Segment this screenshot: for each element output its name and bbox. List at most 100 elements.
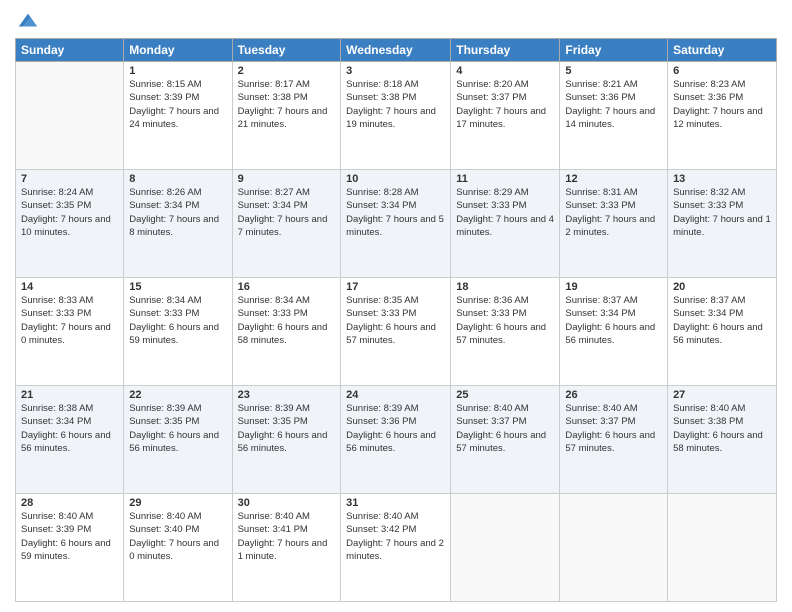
calendar-cell: 9Sunrise: 8:27 AMSunset: 3:34 PMDaylight… [232, 170, 341, 278]
calendar-cell: 1Sunrise: 8:15 AMSunset: 3:39 PMDaylight… [124, 62, 232, 170]
logo-icon [17, 10, 39, 32]
day-detail: Sunrise: 8:32 AMSunset: 3:33 PMDaylight:… [673, 186, 771, 239]
day-number: 24 [346, 389, 445, 401]
day-number: 22 [129, 389, 226, 401]
calendar-table: SundayMondayTuesdayWednesdayThursdayFrid… [15, 38, 777, 602]
calendar-cell [668, 494, 777, 602]
day-number: 29 [129, 497, 226, 509]
day-number: 19 [565, 281, 662, 293]
calendar-cell: 28Sunrise: 8:40 AMSunset: 3:39 PMDayligh… [16, 494, 124, 602]
calendar-cell: 30Sunrise: 8:40 AMSunset: 3:41 PMDayligh… [232, 494, 341, 602]
calendar-cell [560, 494, 668, 602]
calendar-cell: 19Sunrise: 8:37 AMSunset: 3:34 PMDayligh… [560, 278, 668, 386]
day-detail: Sunrise: 8:15 AMSunset: 3:39 PMDaylight:… [129, 78, 226, 131]
day-detail: Sunrise: 8:37 AMSunset: 3:34 PMDaylight:… [565, 294, 662, 347]
weekday-header-saturday: Saturday [668, 39, 777, 62]
calendar-cell: 15Sunrise: 8:34 AMSunset: 3:33 PMDayligh… [124, 278, 232, 386]
day-number: 20 [673, 281, 771, 293]
calendar-week-row: 1Sunrise: 8:15 AMSunset: 3:39 PMDaylight… [16, 62, 777, 170]
day-detail: Sunrise: 8:26 AMSunset: 3:34 PMDaylight:… [129, 186, 226, 239]
day-number: 15 [129, 281, 226, 293]
day-detail: Sunrise: 8:40 AMSunset: 3:37 PMDaylight:… [565, 402, 662, 455]
day-detail: Sunrise: 8:20 AMSunset: 3:37 PMDaylight:… [456, 78, 554, 131]
day-detail: Sunrise: 8:33 AMSunset: 3:33 PMDaylight:… [21, 294, 118, 347]
calendar-cell: 2Sunrise: 8:17 AMSunset: 3:38 PMDaylight… [232, 62, 341, 170]
calendar-cell: 26Sunrise: 8:40 AMSunset: 3:37 PMDayligh… [560, 386, 668, 494]
calendar-cell: 18Sunrise: 8:36 AMSunset: 3:33 PMDayligh… [451, 278, 560, 386]
day-number: 3 [346, 65, 445, 77]
calendar-cell: 24Sunrise: 8:39 AMSunset: 3:36 PMDayligh… [341, 386, 451, 494]
day-number: 4 [456, 65, 554, 77]
day-number: 5 [565, 65, 662, 77]
day-detail: Sunrise: 8:39 AMSunset: 3:35 PMDaylight:… [129, 402, 226, 455]
weekday-header-thursday: Thursday [451, 39, 560, 62]
day-number: 27 [673, 389, 771, 401]
day-detail: Sunrise: 8:29 AMSunset: 3:33 PMDaylight:… [456, 186, 554, 239]
day-detail: Sunrise: 8:40 AMSunset: 3:37 PMDaylight:… [456, 402, 554, 455]
day-number: 26 [565, 389, 662, 401]
weekday-header-sunday: Sunday [16, 39, 124, 62]
day-detail: Sunrise: 8:31 AMSunset: 3:33 PMDaylight:… [565, 186, 662, 239]
calendar-cell: 8Sunrise: 8:26 AMSunset: 3:34 PMDaylight… [124, 170, 232, 278]
calendar-cell: 12Sunrise: 8:31 AMSunset: 3:33 PMDayligh… [560, 170, 668, 278]
calendar-cell: 27Sunrise: 8:40 AMSunset: 3:38 PMDayligh… [668, 386, 777, 494]
header [15, 10, 777, 32]
day-number: 9 [238, 173, 336, 185]
day-detail: Sunrise: 8:34 AMSunset: 3:33 PMDaylight:… [129, 294, 226, 347]
calendar-cell: 22Sunrise: 8:39 AMSunset: 3:35 PMDayligh… [124, 386, 232, 494]
day-number: 17 [346, 281, 445, 293]
calendar-cell: 13Sunrise: 8:32 AMSunset: 3:33 PMDayligh… [668, 170, 777, 278]
day-number: 30 [238, 497, 336, 509]
calendar-week-row: 7Sunrise: 8:24 AMSunset: 3:35 PMDaylight… [16, 170, 777, 278]
calendar-cell [16, 62, 124, 170]
day-detail: Sunrise: 8:36 AMSunset: 3:33 PMDaylight:… [456, 294, 554, 347]
day-number: 16 [238, 281, 336, 293]
day-detail: Sunrise: 8:17 AMSunset: 3:38 PMDaylight:… [238, 78, 336, 131]
day-detail: Sunrise: 8:40 AMSunset: 3:38 PMDaylight:… [673, 402, 771, 455]
calendar-cell: 29Sunrise: 8:40 AMSunset: 3:40 PMDayligh… [124, 494, 232, 602]
day-detail: Sunrise: 8:40 AMSunset: 3:40 PMDaylight:… [129, 510, 226, 563]
day-detail: Sunrise: 8:27 AMSunset: 3:34 PMDaylight:… [238, 186, 336, 239]
day-number: 13 [673, 173, 771, 185]
day-number: 1 [129, 65, 226, 77]
calendar-cell: 20Sunrise: 8:37 AMSunset: 3:34 PMDayligh… [668, 278, 777, 386]
day-number: 14 [21, 281, 118, 293]
logo [15, 14, 39, 32]
day-number: 2 [238, 65, 336, 77]
weekday-header-wednesday: Wednesday [341, 39, 451, 62]
day-number: 21 [21, 389, 118, 401]
page: SundayMondayTuesdayWednesdayThursdayFrid… [0, 0, 792, 612]
day-detail: Sunrise: 8:40 AMSunset: 3:42 PMDaylight:… [346, 510, 445, 563]
calendar-cell: 17Sunrise: 8:35 AMSunset: 3:33 PMDayligh… [341, 278, 451, 386]
day-number: 6 [673, 65, 771, 77]
calendar-cell: 6Sunrise: 8:23 AMSunset: 3:36 PMDaylight… [668, 62, 777, 170]
day-number: 23 [238, 389, 336, 401]
day-detail: Sunrise: 8:34 AMSunset: 3:33 PMDaylight:… [238, 294, 336, 347]
calendar-cell: 10Sunrise: 8:28 AMSunset: 3:34 PMDayligh… [341, 170, 451, 278]
weekday-header-monday: Monday [124, 39, 232, 62]
calendar-cell: 25Sunrise: 8:40 AMSunset: 3:37 PMDayligh… [451, 386, 560, 494]
calendar-cell: 21Sunrise: 8:38 AMSunset: 3:34 PMDayligh… [16, 386, 124, 494]
calendar-cell: 31Sunrise: 8:40 AMSunset: 3:42 PMDayligh… [341, 494, 451, 602]
day-detail: Sunrise: 8:28 AMSunset: 3:34 PMDaylight:… [346, 186, 445, 239]
calendar-cell: 14Sunrise: 8:33 AMSunset: 3:33 PMDayligh… [16, 278, 124, 386]
calendar-cell: 11Sunrise: 8:29 AMSunset: 3:33 PMDayligh… [451, 170, 560, 278]
calendar-cell: 3Sunrise: 8:18 AMSunset: 3:38 PMDaylight… [341, 62, 451, 170]
day-number: 18 [456, 281, 554, 293]
day-detail: Sunrise: 8:40 AMSunset: 3:39 PMDaylight:… [21, 510, 118, 563]
calendar-week-row: 14Sunrise: 8:33 AMSunset: 3:33 PMDayligh… [16, 278, 777, 386]
weekday-header-friday: Friday [560, 39, 668, 62]
day-detail: Sunrise: 8:24 AMSunset: 3:35 PMDaylight:… [21, 186, 118, 239]
calendar-header-row: SundayMondayTuesdayWednesdayThursdayFrid… [16, 39, 777, 62]
calendar-cell: 4Sunrise: 8:20 AMSunset: 3:37 PMDaylight… [451, 62, 560, 170]
day-number: 31 [346, 497, 445, 509]
day-detail: Sunrise: 8:21 AMSunset: 3:36 PMDaylight:… [565, 78, 662, 131]
calendar-week-row: 28Sunrise: 8:40 AMSunset: 3:39 PMDayligh… [16, 494, 777, 602]
day-detail: Sunrise: 8:37 AMSunset: 3:34 PMDaylight:… [673, 294, 771, 347]
day-number: 28 [21, 497, 118, 509]
day-number: 12 [565, 173, 662, 185]
calendar-cell [451, 494, 560, 602]
day-detail: Sunrise: 8:39 AMSunset: 3:36 PMDaylight:… [346, 402, 445, 455]
day-detail: Sunrise: 8:18 AMSunset: 3:38 PMDaylight:… [346, 78, 445, 131]
day-detail: Sunrise: 8:23 AMSunset: 3:36 PMDaylight:… [673, 78, 771, 131]
